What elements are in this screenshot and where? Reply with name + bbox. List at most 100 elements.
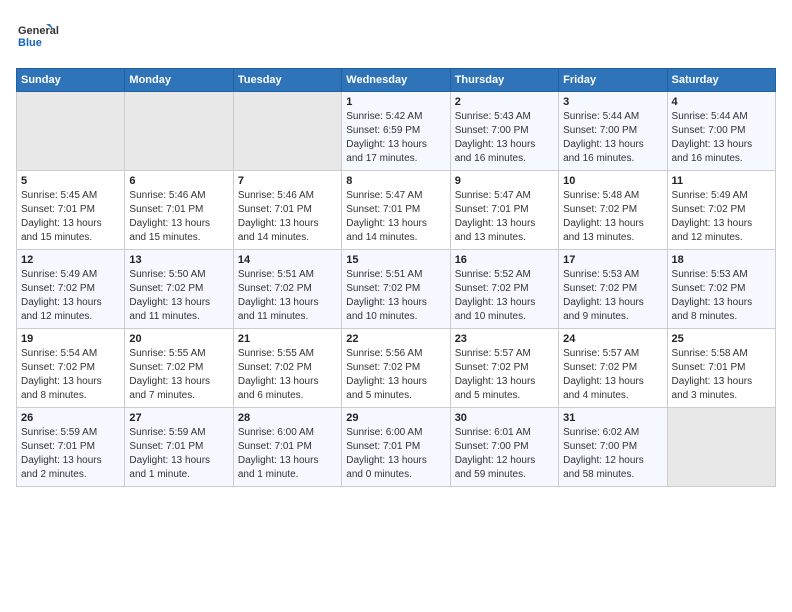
day-number: 27 bbox=[129, 412, 228, 424]
calendar-cell: 30 Sunrise: 6:01 AM Sunset: 7:00 PM Dayli… bbox=[450, 408, 558, 487]
day-number: 4 bbox=[672, 96, 771, 108]
weekday-header-saturday: Saturday bbox=[667, 69, 775, 92]
day-info: Sunrise: 5:55 AM Sunset: 7:02 PM Dayligh… bbox=[129, 347, 228, 403]
day-number: 5 bbox=[21, 175, 120, 187]
day-info: Sunrise: 5:59 AM Sunset: 7:01 PM Dayligh… bbox=[21, 426, 120, 482]
day-number: 19 bbox=[21, 333, 120, 345]
day-info: Sunrise: 6:02 AM Sunset: 7:00 PM Dayligh… bbox=[563, 426, 662, 482]
calendar-cell: 29Sunrise: 6:00 AM Sunset: 7:01 PM Dayli… bbox=[342, 408, 450, 487]
day-number: 15 bbox=[346, 254, 445, 266]
calendar-cell: 2Sunrise: 5:43 AM Sunset: 7:00 PM Daylig… bbox=[450, 92, 558, 171]
calendar-cell bbox=[125, 92, 233, 171]
calendar-week-row: 5 Sunrise: 5:45 AM Sunset: 7:01 PM Daylig… bbox=[17, 171, 776, 250]
day-number: 26 bbox=[21, 412, 120, 424]
weekday-header-row: SundayMondayTuesdayWednesdayThursdayFrid… bbox=[17, 69, 776, 92]
calendar-cell: 14 Sunrise: 5:51 AM Sunset: 7:02 PM Dayli… bbox=[233, 250, 341, 329]
day-info: Sunrise: 6:01 AM Sunset: 7:00 PM Dayligh… bbox=[455, 426, 554, 482]
day-number: 3 bbox=[563, 96, 662, 108]
calendar-cell: 13 Sunrise: 5:50 AM Sunset: 7:02 PM Dayli… bbox=[125, 250, 233, 329]
day-number: 29 bbox=[346, 412, 445, 424]
calendar-table: SundayMondayTuesdayWednesdayThursdayFrid… bbox=[16, 68, 776, 487]
calendar-week-row: 1 Sunrise: 5:42 AM Sunset: 6:59 PM Daylig… bbox=[17, 92, 776, 171]
calendar-cell: 11 Sunrise: 5:49 AM Sunset: 7:02 PM Dayli… bbox=[667, 171, 775, 250]
svg-text:Blue: Blue bbox=[18, 37, 42, 49]
calendar-cell: 19 Sunrise: 5:54 AM Sunset: 7:02 PM Dayli… bbox=[17, 329, 125, 408]
calendar-cell bbox=[233, 92, 341, 171]
page-header: General Blue bbox=[16, 16, 776, 56]
calendar-cell: 27 Sunrise: 5:59 AM Sunset: 7:01 PM Dayli… bbox=[125, 408, 233, 487]
calendar-cell: 16 Sunrise: 5:52 AM Sunset: 7:02 PM Dayli… bbox=[450, 250, 558, 329]
day-info: Sunrise: 5:51 AM Sunset: 7:02 PM Dayligh… bbox=[346, 268, 445, 324]
calendar-cell: 28 Sunrise: 6:00 AM Sunset: 7:01 PM Dayli… bbox=[233, 408, 341, 487]
calendar-cell: 17 Sunrise: 5:53 AM Sunset: 7:02 PM Dayli… bbox=[559, 250, 667, 329]
day-number: 12 bbox=[21, 254, 120, 266]
day-info: Sunrise: 5:45 AM Sunset: 7:01 PM Dayligh… bbox=[21, 189, 120, 245]
day-number: 25 bbox=[672, 333, 771, 345]
day-info: Sunrise: 5:54 AM Sunset: 7:02 PM Dayligh… bbox=[21, 347, 120, 403]
weekday-header-wednesday: Wednesday bbox=[342, 69, 450, 92]
day-info: Sunrise: 5:53 AM Sunset: 7:02 PM Dayligh… bbox=[672, 268, 771, 324]
day-number: 10 bbox=[563, 175, 662, 187]
calendar-cell: 1 Sunrise: 5:42 AM Sunset: 6:59 PM Daylig… bbox=[342, 92, 450, 171]
weekday-header-sunday: Sunday bbox=[17, 69, 125, 92]
calendar-cell: 7Sunrise: 5:46 AM Sunset: 7:01 PM Daylig… bbox=[233, 171, 341, 250]
calendar-week-row: 19 Sunrise: 5:54 AM Sunset: 7:02 PM Dayli… bbox=[17, 329, 776, 408]
day-info: Sunrise: 5:55 AM Sunset: 7:02 PM Dayligh… bbox=[238, 347, 337, 403]
calendar-cell: 26 Sunrise: 5:59 AM Sunset: 7:01 PM Dayli… bbox=[17, 408, 125, 487]
day-number: 14 bbox=[238, 254, 337, 266]
day-number: 13 bbox=[129, 254, 228, 266]
day-number: 31 bbox=[563, 412, 662, 424]
day-info: Sunrise: 5:57 AM Sunset: 7:02 PM Dayligh… bbox=[563, 347, 662, 403]
day-info: Sunrise: 5:59 AM Sunset: 7:01 PM Dayligh… bbox=[129, 426, 228, 482]
day-number: 1 bbox=[346, 96, 445, 108]
calendar-cell bbox=[667, 408, 775, 487]
day-number: 6 bbox=[129, 175, 228, 187]
day-info: Sunrise: 5:49 AM Sunset: 7:02 PM Dayligh… bbox=[21, 268, 120, 324]
day-info: Sunrise: 5:56 AM Sunset: 7:02 PM Dayligh… bbox=[346, 347, 445, 403]
day-number: 2 bbox=[455, 96, 554, 108]
svg-text:General: General bbox=[18, 25, 59, 37]
day-info: Sunrise: 5:52 AM Sunset: 7:02 PM Dayligh… bbox=[455, 268, 554, 324]
calendar-cell: 20 Sunrise: 5:55 AM Sunset: 7:02 PM Dayli… bbox=[125, 329, 233, 408]
calendar-cell: 5 Sunrise: 5:45 AM Sunset: 7:01 PM Daylig… bbox=[17, 171, 125, 250]
day-number: 17 bbox=[563, 254, 662, 266]
calendar-cell: 21 Sunrise: 5:55 AM Sunset: 7:02 PM Dayli… bbox=[233, 329, 341, 408]
day-number: 20 bbox=[129, 333, 228, 345]
day-info: Sunrise: 5:57 AM Sunset: 7:02 PM Dayligh… bbox=[455, 347, 554, 403]
day-info: Sunrise: 6:00 AM Sunset: 7:01 PM Dayligh… bbox=[238, 426, 337, 482]
calendar-cell: 24 Sunrise: 5:57 AM Sunset: 7:02 PM Dayli… bbox=[559, 329, 667, 408]
day-number: 22 bbox=[346, 333, 445, 345]
day-info: Sunrise: 5:48 AM Sunset: 7:02 PM Dayligh… bbox=[563, 189, 662, 245]
calendar-cell: 22 Sunrise: 5:56 AM Sunset: 7:02 PM Dayli… bbox=[342, 329, 450, 408]
day-info: Sunrise: 5:50 AM Sunset: 7:02 PM Dayligh… bbox=[129, 268, 228, 324]
day-info: Sunrise: 5:49 AM Sunset: 7:02 PM Dayligh… bbox=[672, 189, 771, 245]
day-number: 16 bbox=[455, 254, 554, 266]
calendar-cell bbox=[17, 92, 125, 171]
day-number: 18 bbox=[672, 254, 771, 266]
logo-icon: General Blue bbox=[16, 16, 86, 56]
calendar-cell: 8Sunrise: 5:47 AM Sunset: 7:01 PM Daylig… bbox=[342, 171, 450, 250]
weekday-header-monday: Monday bbox=[125, 69, 233, 92]
day-number: 28 bbox=[238, 412, 337, 424]
day-info: Sunrise: 5:53 AM Sunset: 7:02 PM Dayligh… bbox=[563, 268, 662, 324]
day-info: Sunrise: 5:44 AM Sunset: 7:00 PM Dayligh… bbox=[672, 110, 771, 166]
day-number: 11 bbox=[672, 175, 771, 187]
day-number: 21 bbox=[238, 333, 337, 345]
weekday-header-tuesday: Tuesday bbox=[233, 69, 341, 92]
day-info: Sunrise: 5:47 AM Sunset: 7:01 PM Dayligh… bbox=[455, 189, 554, 245]
day-info: Sunrise: 5:44 AM Sunset: 7:00 PM Dayligh… bbox=[563, 110, 662, 166]
day-number: 23 bbox=[455, 333, 554, 345]
day-number: 30 bbox=[455, 412, 554, 424]
calendar-cell: 3 Sunrise: 5:44 AM Sunset: 7:00 PM Daylig… bbox=[559, 92, 667, 171]
day-number: 24 bbox=[563, 333, 662, 345]
calendar-cell: 15 Sunrise: 5:51 AM Sunset: 7:02 PM Dayli… bbox=[342, 250, 450, 329]
calendar-cell: 4 Sunrise: 5:44 AM Sunset: 7:00 PM Daylig… bbox=[667, 92, 775, 171]
day-number: 8 bbox=[346, 175, 445, 187]
day-number: 9 bbox=[455, 175, 554, 187]
day-info: Sunrise: 5:42 AM Sunset: 6:59 PM Dayligh… bbox=[346, 110, 445, 166]
day-info: Sunrise: 5:51 AM Sunset: 7:02 PM Dayligh… bbox=[238, 268, 337, 324]
weekday-header-friday: Friday bbox=[559, 69, 667, 92]
calendar-cell: 18 Sunrise: 5:53 AM Sunset: 7:02 PM Dayli… bbox=[667, 250, 775, 329]
calendar-week-row: 26 Sunrise: 5:59 AM Sunset: 7:01 PM Dayli… bbox=[17, 408, 776, 487]
day-info: Sunrise: 5:46 AM Sunset: 7:01 PM Dayligh… bbox=[129, 189, 228, 245]
